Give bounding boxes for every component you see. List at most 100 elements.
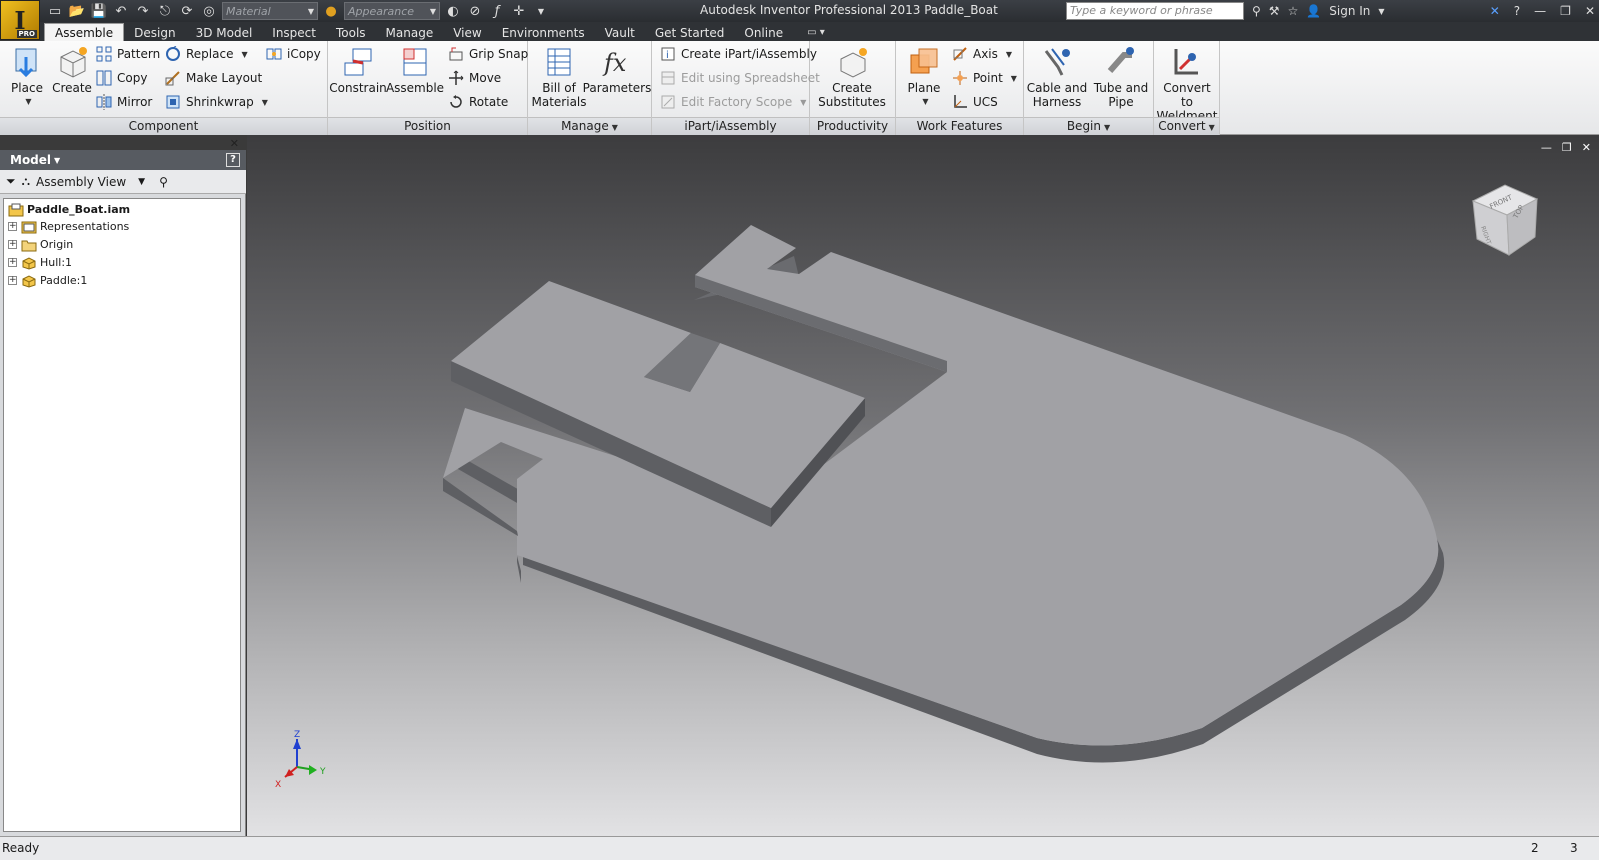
- minimize-icon[interactable]: —: [1534, 4, 1546, 18]
- z-axis-arrow-icon: [293, 739, 301, 749]
- bill-of-materials-button[interactable]: Bill of Materials: [532, 45, 587, 109]
- chevron-down-icon[interactable]: ▼: [1378, 7, 1384, 16]
- adjust-appearance-icon[interactable]: ◐: [444, 2, 462, 20]
- weld-label-1: Convert to: [1163, 81, 1211, 109]
- tree-node-origin[interactable]: + Origin: [8, 236, 73, 253]
- convert-panel-title[interactable]: Convert ▼: [1154, 117, 1219, 135]
- find-binoculars-icon[interactable]: ⚲: [159, 175, 168, 189]
- return-icon[interactable]: ⎋: [156, 2, 174, 20]
- edit-spreadsheet-button[interactable]: Edit using Spreadsheet: [660, 68, 820, 88]
- make-layout-button[interactable]: Make Layout: [165, 68, 262, 88]
- new-file-icon[interactable]: ▭: [46, 2, 64, 20]
- application-menu-button[interactable]: I PRO: [0, 0, 40, 40]
- assemble-button[interactable]: Assemble: [386, 45, 444, 95]
- cable-and-harness-button[interactable]: Cable and Harness: [1026, 45, 1088, 109]
- create-component-button[interactable]: Create: [50, 45, 94, 95]
- tree-node-paddle[interactable]: + Paddle:1: [8, 272, 87, 289]
- binoculars-icon[interactable]: ⚲: [1252, 4, 1261, 18]
- help-icon[interactable]: ?: [1514, 4, 1520, 18]
- browser-close-icon[interactable]: ✕: [230, 137, 239, 150]
- create-ipart-button[interactable]: i Create iPart/iAssembly: [660, 44, 817, 64]
- crosshair-icon[interactable]: ✛: [510, 2, 528, 20]
- move-button[interactable]: Move: [448, 68, 501, 88]
- exchange-icon[interactable]: ✕: [1490, 4, 1500, 18]
- edit-spreadsheet-label: Edit using Spreadsheet: [681, 71, 820, 85]
- place-button[interactable]: Place ▼: [6, 45, 48, 109]
- cable-label-1: Cable and: [1026, 81, 1088, 95]
- browser-header[interactable]: Model ▼ ?: [0, 150, 246, 170]
- appearance-select[interactable]: Appearance ▼: [344, 2, 440, 20]
- restore-icon[interactable]: ❐: [1560, 4, 1571, 18]
- tree-node-root[interactable]: Paddle_Boat.iam: [8, 201, 130, 218]
- tab-tools[interactable]: Tools: [326, 23, 376, 42]
- sign-in-link[interactable]: Sign In: [1329, 4, 1370, 18]
- tab-design[interactable]: Design: [124, 23, 185, 42]
- title-bar: I PRO ▭ 📂 💾 ↶ ↷ ⎋ ⟳ ◎ Material ▼ ● Appeara…: [0, 0, 1599, 40]
- chevron-down-icon[interactable]: ▼: [138, 177, 145, 187]
- clear-appearance-icon[interactable]: ⊘: [466, 2, 484, 20]
- customize-qat-icon[interactable]: ▼: [532, 2, 550, 20]
- tab-3d-model[interactable]: 3D Model: [186, 23, 263, 42]
- create-substitutes-button[interactable]: Create Substitutes: [814, 45, 890, 109]
- expand-icon[interactable]: +: [8, 258, 17, 267]
- undo-icon[interactable]: ↶: [112, 2, 130, 20]
- star-icon[interactable]: ☆: [1288, 4, 1299, 18]
- tab-manage[interactable]: Manage: [376, 23, 444, 42]
- folder-icon: [21, 240, 37, 251]
- inventor-window: I PRO ▭ 📂 💾 ↶ ↷ ⎋ ⟳ ◎ Material ▼ ● Appeara…: [0, 0, 1599, 860]
- tab-inspect[interactable]: Inspect: [262, 23, 326, 42]
- tab-online[interactable]: Online: [734, 23, 793, 42]
- browser-help-icon[interactable]: ?: [226, 153, 240, 167]
- manage-panel-title[interactable]: Manage ▼: [528, 117, 651, 135]
- plane-button[interactable]: Plane ▼: [902, 45, 946, 109]
- material-select[interactable]: Material ▼: [222, 2, 318, 20]
- point-button[interactable]: Point ▼: [952, 68, 1017, 88]
- tab-view[interactable]: View: [443, 23, 491, 42]
- material-sphere-icon: ◎: [203, 3, 215, 19]
- browser-title: Model: [10, 153, 52, 167]
- constrain-icon: [344, 48, 372, 76]
- ucs-button[interactable]: UCS: [952, 92, 998, 112]
- shrinkwrap-icon: [166, 95, 180, 109]
- tree-node-representations[interactable]: + Representations: [8, 218, 129, 235]
- save-icon[interactable]: 💾: [90, 2, 108, 20]
- tab-assemble[interactable]: Assemble: [44, 23, 125, 42]
- tube-and-pipe-button[interactable]: Tube and Pipe: [1090, 45, 1152, 109]
- close-icon[interactable]: ✕: [1585, 4, 1595, 18]
- fx-parameters-icon[interactable]: ƒ: [488, 2, 506, 20]
- filter-icon[interactable]: ⏷: [6, 174, 16, 189]
- icopy-button[interactable]: iCopy: [266, 44, 321, 64]
- browser-view-select[interactable]: Assembly View: [36, 175, 126, 189]
- update-icon[interactable]: ⟳: [178, 2, 196, 20]
- mirror-button[interactable]: Mirror: [96, 92, 152, 112]
- copy-button[interactable]: Copy: [96, 68, 147, 88]
- tab-vault[interactable]: Vault: [595, 23, 645, 42]
- expand-icon[interactable]: +: [8, 276, 17, 285]
- rotate-button[interactable]: Rotate: [448, 92, 508, 112]
- ribbon: Place ▼ Create Pattern Copy Mirror Repla…: [0, 41, 1599, 135]
- convert-to-weldment-button[interactable]: Convert to Weldment: [1156, 45, 1218, 123]
- replace-button[interactable]: Replace ▼: [165, 44, 248, 64]
- tools-icon[interactable]: ⚒: [1269, 4, 1280, 18]
- ribbon-display-toggle-icon[interactable]: ▭ ▾: [807, 23, 825, 42]
- tab-environments[interactable]: Environments: [492, 23, 595, 42]
- expand-icon[interactable]: +: [8, 222, 17, 231]
- constrain-button[interactable]: Constrain: [329, 45, 387, 95]
- tree-node-hull[interactable]: + Hull:1: [8, 254, 72, 271]
- shrinkwrap-button[interactable]: Shrinkwrap ▼: [165, 92, 268, 112]
- status-bar: Ready 2 3: [0, 836, 1599, 860]
- open-file-icon[interactable]: 📂: [68, 2, 86, 20]
- parameters-button[interactable]: fx Parameters: [583, 45, 652, 95]
- axis-button[interactable]: Axis ▼: [952, 44, 1012, 64]
- pattern-button[interactable]: Pattern: [96, 44, 160, 64]
- help-search-input[interactable]: Type a keyword or phrase: [1066, 2, 1244, 20]
- viewcube[interactable]: FRONT TOP RIGHT: [1467, 179, 1543, 263]
- graphics-viewport[interactable]: — ❐ ✕ FRONT TOP RIGHT Z Y X: [247, 135, 1599, 836]
- grip-snap-button[interactable]: Grip Snap: [448, 44, 528, 64]
- expand-icon[interactable]: +: [8, 240, 17, 249]
- begin-panel-title[interactable]: Begin ▼: [1024, 117, 1153, 135]
- redo-icon[interactable]: ↷: [134, 2, 152, 20]
- browser-tree: Paddle_Boat.iam + Representations + Orig…: [3, 198, 241, 832]
- edit-factory-scope-button[interactable]: Edit Factory Scope ▼: [660, 92, 806, 112]
- tab-get-started[interactable]: Get Started: [645, 23, 735, 42]
